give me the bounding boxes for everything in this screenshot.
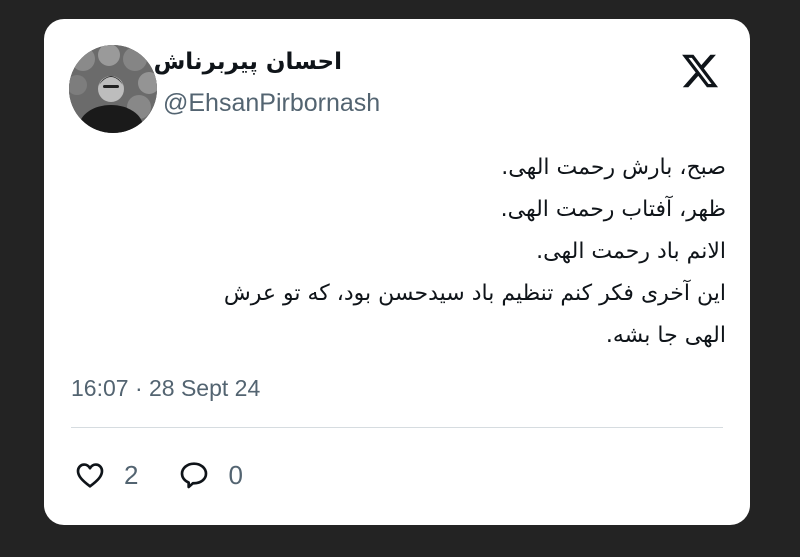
like-count: 2 bbox=[124, 459, 139, 490]
speech-bubble-icon bbox=[178, 459, 210, 491]
x-logo-icon[interactable] bbox=[680, 51, 720, 91]
avatar-photo bbox=[69, 45, 157, 133]
tweet-text-line: صبح، بارش رحمت الهی. bbox=[501, 155, 726, 180]
tweet-actions: 2 0 bbox=[74, 455, 243, 495]
author-handle[interactable]: @EhsanPirbornash bbox=[163, 89, 380, 118]
tweet-text-line: الهی جا بشه. bbox=[605, 323, 726, 348]
heart-icon bbox=[74, 459, 106, 491]
tweet-text-line: این آخری فکر کنم تنظیم باد سیدحسن بود، ک… bbox=[223, 281, 726, 306]
tweet-timestamp[interactable]: 16:07 · 28 Sept 24 bbox=[71, 375, 260, 402]
tweet-text-line: الانم باد رحمت الهی. bbox=[536, 239, 726, 264]
divider bbox=[71, 427, 723, 428]
tweet-text-line: ظهر، آفتاب رحمت الهی. bbox=[500, 197, 726, 222]
tweet-text: صبح، بارش رحمت الهی. ظهر، آفتاب رحمت اله… bbox=[86, 147, 726, 357]
reply-button[interactable]: 0 bbox=[178, 459, 243, 491]
avatar[interactable] bbox=[69, 45, 157, 133]
tweet-card: احسان پیربرناش @EhsanPirbornash صبح، بار… bbox=[44, 19, 750, 525]
like-button[interactable]: 2 bbox=[74, 459, 138, 491]
author-display-name[interactable]: احسان پیربرناش bbox=[154, 49, 342, 75]
reply-count: 0 bbox=[228, 459, 243, 490]
